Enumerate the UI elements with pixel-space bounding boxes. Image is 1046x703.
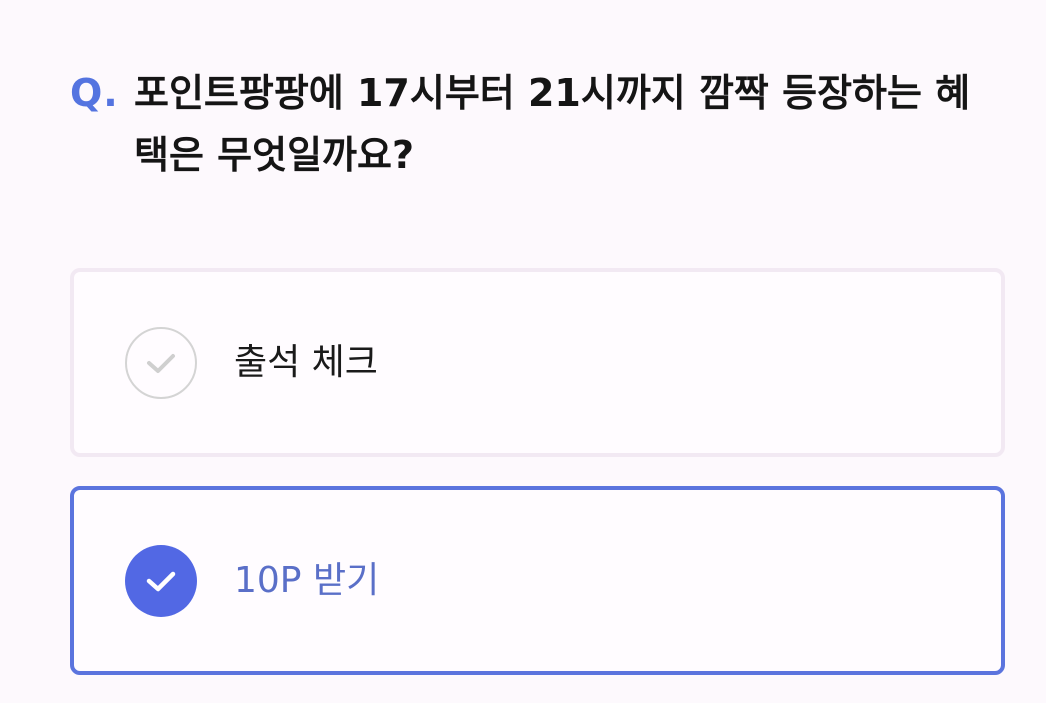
question-text: 포인트팡팡에 17시부터 21시까지 깜짝 등장하는 혜택은 무엇일까요? [134, 71, 971, 177]
question-prefix: Q. [70, 71, 119, 115]
unchecked-check-icon [125, 326, 197, 399]
answer-option-get-10p[interactable]: 10P 받기 [70, 486, 1005, 675]
question: Q. 포인트팡팡에 17시부터 21시까지 깜짝 등장하는 혜택은 무엇일까요? [70, 62, 1010, 186]
answer-option-attendance-check[interactable]: 출석 체크 [70, 268, 1005, 457]
checked-check-icon [125, 544, 197, 617]
answer-option-label: 10P 받기 [234, 559, 380, 601]
answer-option-label: 출석 체크 [234, 341, 378, 383]
